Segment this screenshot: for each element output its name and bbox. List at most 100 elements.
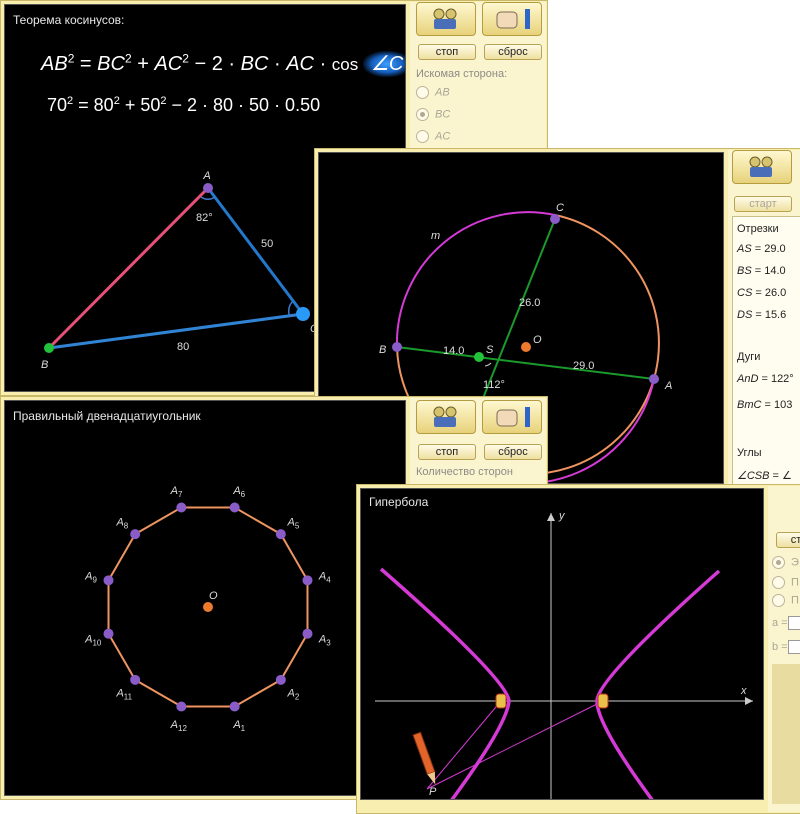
radio-dot bbox=[416, 86, 429, 99]
drawing-canvas[interactable]: Правильный двенадцатиугольник O A1 A2 A3 A4… bbox=[4, 400, 406, 796]
vertex-a8-label: A8 bbox=[115, 516, 128, 530]
hyperbola-right-branch bbox=[595, 569, 721, 799]
segments-title: Отрезки bbox=[737, 223, 779, 235]
point-c-marker[interactable] bbox=[296, 307, 310, 321]
center-o-marker bbox=[203, 602, 213, 612]
center-o-label: O bbox=[209, 590, 218, 602]
segment-name: BS bbox=[737, 265, 752, 277]
y-axis-label: y bbox=[558, 510, 566, 522]
field-b-input[interactable] bbox=[787, 640, 800, 654]
field-a-input[interactable] bbox=[787, 616, 800, 630]
vertex-a12-marker[interactable] bbox=[176, 701, 187, 712]
focal-line-right bbox=[426, 700, 604, 790]
segment-value: = 26.0 bbox=[755, 287, 787, 299]
hyperbola-figure: x y P bbox=[375, 510, 753, 799]
point-b-marker[interactable] bbox=[392, 342, 402, 352]
radio-parabola[interactable]: П bbox=[772, 576, 799, 589]
vertex-a5-label: A5 bbox=[287, 516, 300, 530]
arc-name: AnD bbox=[737, 373, 759, 385]
hyperbola-window: Гипербола x y P ст Э П П a = b = bbox=[356, 484, 800, 814]
segment-name: DS bbox=[737, 309, 753, 321]
focus-left-marker[interactable] bbox=[495, 693, 507, 709]
drag-mode-button[interactable] bbox=[482, 2, 542, 36]
radio-ac-label: AC bbox=[435, 130, 451, 143]
animation-button[interactable] bbox=[416, 2, 476, 36]
segment-ds: DS = 15.6 bbox=[737, 309, 786, 321]
x-axis-arrow bbox=[745, 697, 753, 705]
stop-button[interactable]: стоп bbox=[418, 44, 476, 60]
radio-other[interactable]: П bbox=[772, 594, 799, 607]
point-p-label: P bbox=[429, 786, 437, 798]
radio-ab[interactable]: AB bbox=[416, 86, 450, 99]
point-s-marker[interactable] bbox=[474, 352, 484, 362]
vertex-a11-label: A11 bbox=[115, 688, 132, 702]
radio-bc[interactable]: BC bbox=[416, 108, 450, 121]
readout-box: Отрезки AS = 29.0 BS = 14.0 CS = 26.0 DS… bbox=[732, 216, 800, 486]
angle-name: ∠CSB bbox=[737, 470, 770, 482]
vertex-a4-marker[interactable] bbox=[302, 575, 313, 586]
vertex-a1-label: A1 bbox=[232, 719, 245, 733]
arc-m-label: m bbox=[431, 230, 440, 242]
radio-dot bbox=[416, 130, 429, 143]
field-a-label: a = bbox=[772, 616, 788, 629]
reset-button[interactable]: сброс bbox=[484, 44, 542, 60]
segment-cs: CS = 26.0 bbox=[737, 287, 786, 299]
vertex-a3-marker[interactable] bbox=[302, 628, 313, 639]
radio-label: Э bbox=[791, 556, 799, 569]
angle-label: 82° bbox=[196, 212, 213, 224]
side-ac bbox=[206, 187, 305, 315]
vertex-a7-marker[interactable] bbox=[176, 502, 187, 513]
info-panel: старт Отрезки AS = 29.0 BS = 14.0 CS = 2… bbox=[728, 150, 800, 486]
arc-and-value: AnD = 122° bbox=[737, 373, 794, 385]
vertex-a11-marker[interactable] bbox=[130, 674, 141, 685]
vertex-a8-marker[interactable] bbox=[130, 529, 141, 540]
vertex-a2-marker[interactable] bbox=[275, 674, 286, 685]
angle-value: = ∠ bbox=[772, 470, 792, 482]
point-c-marker[interactable] bbox=[550, 214, 560, 224]
segment-bs: BS = 14.0 bbox=[737, 265, 786, 277]
vertex-a10-label: A10 bbox=[84, 633, 102, 647]
arc-value: = 122° bbox=[761, 373, 794, 385]
center-o-label: O bbox=[533, 334, 542, 346]
vertex-a9-marker[interactable] bbox=[103, 575, 114, 586]
side-ac-label: 50 bbox=[261, 238, 273, 250]
radio-ellipse[interactable]: Э bbox=[772, 556, 799, 569]
animation-button[interactable] bbox=[416, 400, 476, 434]
vertex-a6-marker[interactable] bbox=[229, 502, 240, 513]
point-a-marker[interactable] bbox=[203, 183, 213, 193]
focus-right-marker[interactable] bbox=[597, 693, 609, 709]
radio-dot bbox=[772, 576, 785, 589]
vertex-a10-marker[interactable] bbox=[103, 628, 114, 639]
start-button[interactable]: старт bbox=[734, 196, 792, 212]
field-b-label: b = bbox=[772, 640, 788, 653]
pencil-icon[interactable] bbox=[412, 731, 439, 785]
start-button[interactable]: ст bbox=[776, 532, 800, 548]
arc-value: = 103 bbox=[764, 399, 793, 411]
segment-name: CS bbox=[737, 287, 753, 299]
drawing-canvas[interactable]: Гипербола x y P bbox=[360, 488, 764, 800]
field-a[interactable]: a = bbox=[772, 616, 800, 630]
animation-button[interactable] bbox=[732, 150, 792, 184]
reset-button[interactable]: сброс bbox=[484, 444, 542, 460]
as-length-label: 29.0 bbox=[573, 360, 594, 372]
camera-icon bbox=[749, 156, 773, 177]
field-b[interactable]: b = bbox=[772, 640, 800, 654]
sides-count-label: Количество сторон bbox=[416, 466, 513, 478]
side-bc bbox=[48, 312, 304, 350]
vertex-a4-label: A4 bbox=[318, 571, 331, 585]
radio-dot bbox=[416, 108, 429, 121]
vertex-a1-marker[interactable] bbox=[229, 701, 240, 712]
drag-mode-button[interactable] bbox=[482, 400, 542, 434]
stop-button[interactable]: стоп bbox=[418, 444, 476, 460]
vertex-a3-label: A3 bbox=[318, 633, 331, 647]
camera-icon bbox=[433, 406, 457, 427]
point-a-marker[interactable] bbox=[649, 374, 659, 384]
vertex-a12-label: A12 bbox=[170, 719, 188, 733]
x-axis-label: x bbox=[740, 685, 747, 697]
segment-value: = 29.0 bbox=[754, 243, 786, 255]
camera-icon bbox=[433, 8, 457, 29]
radio-ac[interactable]: AC bbox=[416, 130, 450, 143]
point-b-marker[interactable] bbox=[44, 343, 54, 353]
vertex-a5-marker[interactable] bbox=[275, 529, 286, 540]
angles-title: Углы bbox=[737, 447, 762, 459]
